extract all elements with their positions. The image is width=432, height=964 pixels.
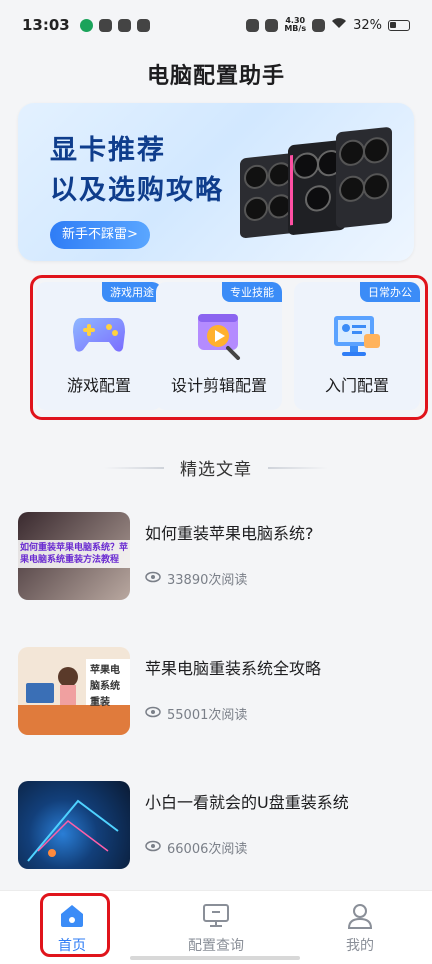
banner-line-2: 以及选购攻略 <box>50 175 224 206</box>
banner-headline: 显卡推荐 以及选购攻略 <box>50 131 224 211</box>
status-time: 13:03 <box>22 16 70 34</box>
status-bar: 13:03 4.30 MB/s 32% <box>0 0 432 50</box>
app-notification-icon <box>98 18 112 32</box>
user-icon <box>347 903 373 933</box>
banner-cta-button[interactable]: 新手不踩雷> <box>50 221 150 249</box>
category-tag: 游戏用途 <box>102 282 162 302</box>
article-read-count: 66006次阅读 <box>167 842 248 857</box>
category-label: 设计剪辑配置 <box>170 376 267 395</box>
category-tag: 专业技能 <box>222 282 282 302</box>
category-label: 游戏配置 <box>66 376 131 395</box>
category-card-office[interactable]: 日常办公 入门配置 <box>294 282 420 410</box>
battery-percent: 32% <box>353 17 382 33</box>
home-tab-highlight-frame <box>40 893 110 957</box>
thumbnail-caption: 苹果电脑系统重装 <box>90 665 120 708</box>
gpu-banner[interactable]: 显卡推荐 以及选购攻略 新手不踩雷> <box>18 103 414 261</box>
sim-icon <box>312 18 326 32</box>
gamepad-icon <box>71 312 127 360</box>
notification-icons <box>79 18 150 32</box>
tab-label: 配置查询 <box>188 938 244 954</box>
category-card-design[interactable]: 专业技能 设计剪辑配置 <box>156 282 282 410</box>
thumbnail-illustration <box>27 799 119 862</box>
article-thumbnail <box>18 781 130 869</box>
tab-config-query[interactable]: 配置查询 <box>144 891 288 964</box>
wifi-icon <box>331 17 347 33</box>
article-meta: 66006次阅读 <box>145 838 247 857</box>
graphics-cards-image <box>240 127 392 238</box>
eye-icon <box>145 706 161 722</box>
office-computer-icon <box>330 312 384 364</box>
battery-icon <box>388 19 410 31</box>
tab-mine[interactable]: 我的 <box>288 891 432 964</box>
divider <box>104 466 164 469</box>
article-item[interactable]: 小白一看就会的U盘重装系统 66006次阅读 <box>18 781 414 873</box>
wechat-notification-icon <box>79 18 93 32</box>
article-item[interactable]: 如何重装苹果电脑系统？苹果电脑系统重装方法教程 如何重装苹果电脑系统? 3389… <box>18 512 414 604</box>
article-read-count: 55001次阅读 <box>167 708 248 723</box>
eye-icon <box>145 571 161 587</box>
camera-icon <box>246 18 260 32</box>
category-card-gaming[interactable]: 游戏用途 游戏配置 <box>36 282 162 410</box>
article-thumbnail: 如何重装苹果电脑系统？苹果电脑系统重装方法教程 <box>18 512 130 600</box>
article-item[interactable]: 苹果电脑系统重装 苹果电脑重装系统全攻略 55001次阅读 <box>18 647 414 739</box>
category-label: 入门配置 <box>324 376 389 395</box>
article-thumbnail: 苹果电脑系统重装 <box>18 647 130 735</box>
gesture-bar <box>130 956 300 960</box>
article-title: 如何重装苹果电脑系统? <box>145 524 314 543</box>
category-tag: 日常办公 <box>360 282 420 302</box>
banner-line-1: 显卡推荐 <box>50 135 166 166</box>
article-read-count: 33890次阅读 <box>167 573 248 588</box>
monitor-icon <box>202 903 230 933</box>
thumbnail-caption: 如何重装苹果电脑系统？苹果电脑系统重装方法教程 <box>18 540 130 568</box>
divider <box>268 466 328 469</box>
tab-label: 我的 <box>346 938 374 954</box>
article-title: 苹果电脑重装系统全攻略 <box>145 659 322 678</box>
app-notification-icon <box>117 18 131 32</box>
network-speed: 4.30 MB/s <box>284 17 306 33</box>
video-edit-icon <box>194 312 244 364</box>
more-notification-icon <box>136 18 150 32</box>
eye-icon <box>145 840 161 856</box>
status-right: 4.30 MB/s 32% <box>246 17 410 33</box>
featured-articles-header: 精选文章 <box>0 455 432 480</box>
page-title: 电脑配置助手 <box>146 64 285 89</box>
article-meta: 55001次阅读 <box>145 704 247 723</box>
article-title: 小白一看就会的U盘重装系统 <box>145 793 349 812</box>
vibrate-icon <box>265 18 279 32</box>
article-meta: 33890次阅读 <box>145 569 247 588</box>
network-speed-unit: MB/s <box>284 24 307 33</box>
section-title: 精选文章 <box>180 460 252 480</box>
